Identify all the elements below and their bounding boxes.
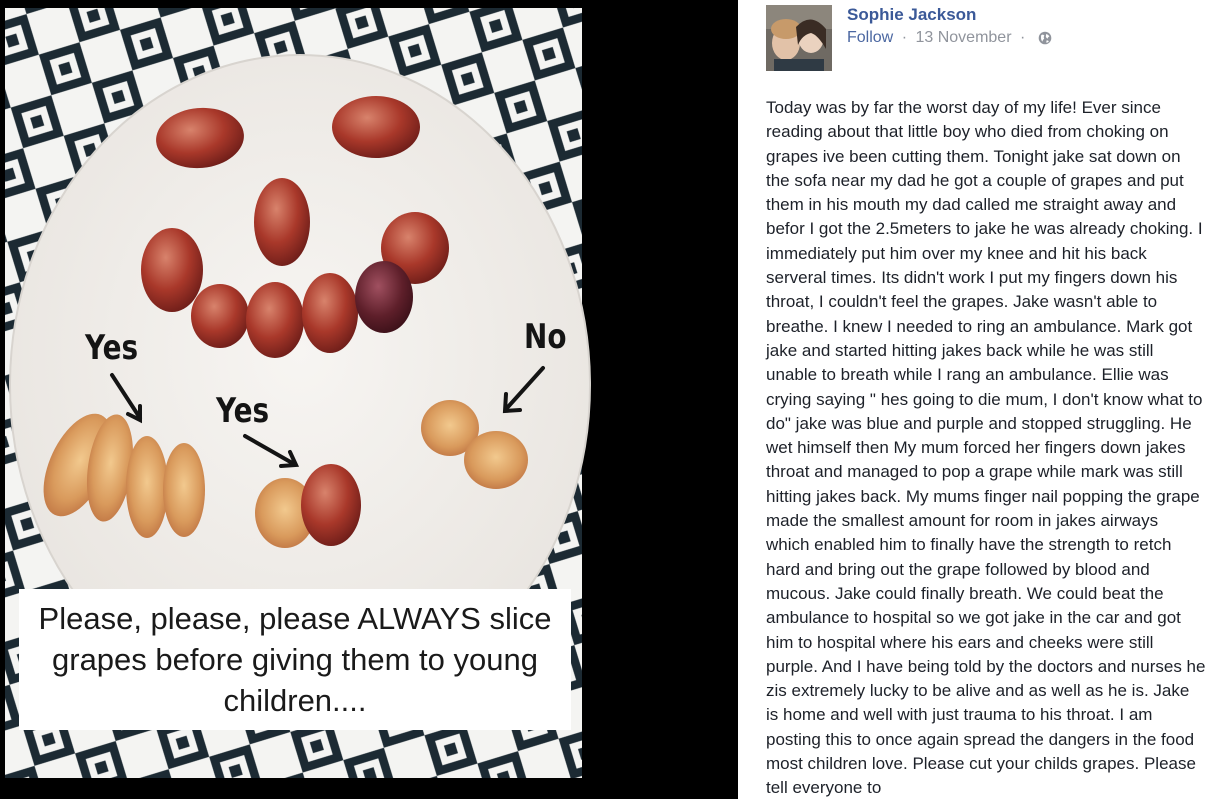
avatar-image [766, 5, 832, 71]
meta-separator: · [901, 29, 908, 46]
follow-link[interactable]: Follow [847, 29, 893, 46]
post-date[interactable]: 13 November [915, 29, 1011, 46]
photo-viewer: Yes Yes No Please, please, please ALWAYS… [0, 0, 738, 799]
author-name-link[interactable]: Sophie Jackson [847, 5, 976, 25]
post-body-text: Today was by far the worst day of my lif… [766, 98, 1206, 798]
photo-caption-text: Please, please, please ALWAYS slice grap… [38, 601, 552, 718]
meta-separator: · [1019, 29, 1026, 46]
post-sidebar: Sophie Jackson Follow · 13 November · To… [738, 0, 1211, 799]
post-meta: Follow · 13 November · [847, 29, 1052, 47]
label-yes-left: Yes [85, 328, 139, 368]
globe-icon[interactable] [1038, 31, 1052, 45]
avatar[interactable] [766, 5, 832, 71]
photo-caption: Please, please, please ALWAYS slice grap… [19, 589, 571, 730]
label-yes-center: Yes [216, 391, 270, 431]
label-no: No [524, 317, 567, 357]
